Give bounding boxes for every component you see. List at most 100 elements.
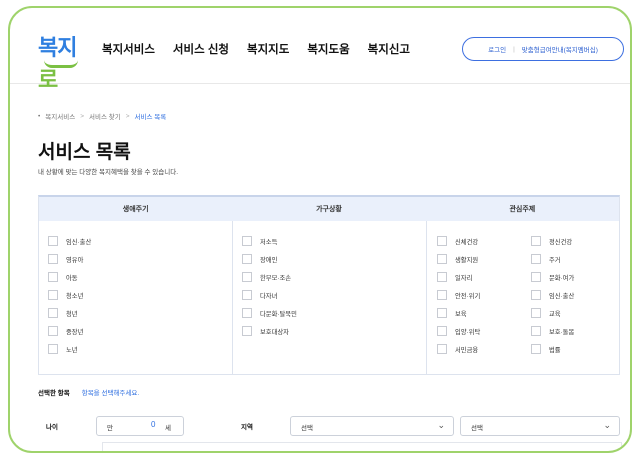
nav-service-apply[interactable]: 서비스 신청 <box>173 41 229 57</box>
breadcrumb-item-welfare[interactable]: 복지서비스 <box>45 111 75 121</box>
breadcrumb-item-current: 서비스 목록 <box>134 114 167 121</box>
nav-welfare-services[interactable]: 복지서비스 <box>102 41 155 57</box>
filter-header-household: 가구상황 <box>316 206 342 213</box>
checkbox-box[interactable] <box>437 308 447 318</box>
checkbox-box[interactable] <box>531 254 541 264</box>
checkbox-interest[interactable]: 법률 <box>531 344 561 354</box>
checkbox-interest[interactable]: 주거 <box>531 254 561 264</box>
breadcrumb-arrow-icon: > <box>80 112 84 120</box>
checkbox-box[interactable] <box>48 308 58 318</box>
chevron-down-icon: ⌄ <box>437 420 445 430</box>
checkbox-box[interactable] <box>242 290 252 300</box>
age-unit: 세 <box>165 425 171 432</box>
user-pill: 로그인 | 맞춤형급여안내(복지멤버십) <box>462 37 624 61</box>
checkbox-life-cycle[interactable]: 영유아 <box>48 254 83 264</box>
main-nav: 복지서비스 서비스 신청 복지지도 복지도움 복지신고 <box>102 41 410 57</box>
household-column: 저소득 장애인 한부모·조손 다자녀 다문화·탈북민 보호대상자 <box>233 221 427 375</box>
pill-separator: | <box>513 45 515 53</box>
next-row-input[interactable] <box>102 442 622 451</box>
page-title: 서비스 목록 <box>38 142 131 163</box>
filter-headers: 생애주기 가구상황 관심주제 <box>39 197 619 221</box>
login-link[interactable]: 로그인 <box>488 44 506 54</box>
checkbox-life-cycle[interactable]: 노년 <box>48 344 78 354</box>
checkbox-interest[interactable]: 안전·위기 <box>437 290 480 300</box>
checkbox-box[interactable] <box>48 236 58 246</box>
checkbox-box[interactable] <box>48 272 58 282</box>
checkbox-household[interactable]: 한부모·조손 <box>242 272 291 282</box>
checkbox-interest[interactable]: 서민금융 <box>437 344 478 354</box>
nav-welfare-report[interactable]: 복지신고 <box>368 41 410 57</box>
checkbox-box[interactable] <box>531 308 541 318</box>
checkbox-box[interactable] <box>437 272 447 282</box>
age-value[interactable]: 0 <box>151 420 155 429</box>
checkbox-box[interactable] <box>437 290 447 300</box>
checkbox-household[interactable]: 보호대상자 <box>242 326 289 336</box>
checkbox-household[interactable]: 장애인 <box>242 254 277 264</box>
site-logo[interactable]: 복지로 <box>38 30 92 93</box>
age-region-row: 나이 만 0 세 지역 선택 ⌄ 선택 ⌄ <box>38 416 620 436</box>
checkbox-household[interactable]: 다자녀 <box>242 290 277 300</box>
checkbox-interest[interactable]: 신체건강 <box>437 236 478 246</box>
checkbox-interest[interactable]: 교육 <box>531 308 561 318</box>
checkbox-interest[interactable]: 문화·여가 <box>531 272 574 282</box>
checkbox-box[interactable] <box>48 290 58 300</box>
checkbox-interest[interactable]: 보육 <box>437 308 467 318</box>
selected-items-label: 선택한 항목 <box>38 390 70 397</box>
checkbox-box[interactable] <box>242 254 252 264</box>
region-select-1[interactable]: 선택 ⌄ <box>290 416 454 436</box>
age-label: 나이 <box>46 424 58 431</box>
checkbox-life-cycle[interactable]: 청년 <box>48 308 78 318</box>
checkbox-box[interactable] <box>48 254 58 264</box>
age-prefix: 만 <box>107 425 113 432</box>
checkbox-interest[interactable]: 정신건강 <box>531 236 572 246</box>
page-description: 내 상황에 맞는 다양한 복지혜택을 찾을 수 있습니다. <box>38 169 179 176</box>
checkbox-interest[interactable]: 임신·출산 <box>531 290 574 300</box>
filter-header-life-cycle: 생애주기 <box>122 206 149 213</box>
checkbox-box[interactable] <box>242 236 252 246</box>
checkbox-life-cycle[interactable]: 청소년 <box>48 290 83 300</box>
chevron-down-icon: ⌄ <box>603 420 611 430</box>
logo-smile-icon <box>44 60 78 68</box>
selected-items-hint: 항목을 선택해주세요. <box>81 390 140 397</box>
checkbox-box[interactable] <box>48 344 58 354</box>
checkbox-box[interactable] <box>531 326 541 336</box>
region-select-2[interactable]: 선택 ⌄ <box>460 416 620 436</box>
checkbox-life-cycle[interactable]: 중장년 <box>48 326 83 336</box>
checkbox-box[interactable] <box>242 272 252 282</box>
checkbox-box[interactable] <box>531 272 541 282</box>
checkbox-box[interactable] <box>242 308 252 318</box>
checkbox-household[interactable]: 저소득 <box>242 236 277 246</box>
filter-panel: 생애주기 가구상황 관심주제 임신·출산 영유아 아동 청소년 청년 중장년 노… <box>38 195 620 375</box>
checkbox-life-cycle[interactable]: 임신·출산 <box>48 236 91 246</box>
checkbox-box[interactable] <box>437 236 447 246</box>
site-header: 복지로 복지서비스 서비스 신청 복지지도 복지도움 복지신고 로그인 | 맞춤… <box>10 8 630 93</box>
filter-header-interest: 관심주제 <box>509 206 536 213</box>
checkbox-interest[interactable]: 입양·위탁 <box>437 326 480 336</box>
checkbox-box[interactable] <box>437 326 447 336</box>
checkbox-household[interactable]: 다문화·탈북민 <box>242 308 297 318</box>
checkbox-box[interactable] <box>531 236 541 246</box>
benefit-info-link[interactable]: 맞춤형급여안내(복지멤버십) <box>522 44 598 54</box>
checkbox-box[interactable] <box>531 290 541 300</box>
nav-welfare-help[interactable]: 복지도움 <box>307 41 349 57</box>
age-input[interactable]: 만 0 세 <box>96 416 184 436</box>
interest-column: 신체건강 생활지원 일자리 안전·위기 보육 입양·위탁 서민금융 정신건강 주… <box>427 221 619 375</box>
breadcrumb-arrow-icon: > <box>125 112 130 120</box>
selected-items-row: 선택한 항목 항목을 선택해주세요. <box>38 387 139 397</box>
checkbox-life-cycle[interactable]: 아동 <box>48 272 78 282</box>
breadcrumb-bullet: • <box>38 112 41 120</box>
checkbox-interest[interactable]: 일자리 <box>437 272 472 282</box>
checkbox-box[interactable] <box>531 344 541 354</box>
checkbox-box[interactable] <box>437 254 447 264</box>
life-cycle-column: 임신·출산 영유아 아동 청소년 청년 중장년 노년 <box>39 221 233 375</box>
checkbox-box[interactable] <box>48 326 58 336</box>
page-frame: 복지로 복지서비스 서비스 신청 복지지도 복지도움 복지신고 로그인 | 맞춤… <box>8 6 632 453</box>
breadcrumb: • 복지서비스 > 서비스 찾기 > 서비스 목록 <box>38 111 167 122</box>
checkbox-interest[interactable]: 생활지원 <box>437 254 478 264</box>
breadcrumb-item-find[interactable]: 서비스 찾기 <box>89 111 121 121</box>
checkbox-interest[interactable]: 보호·돌봄 <box>531 326 574 336</box>
region-label: 지역 <box>241 424 253 431</box>
nav-welfare-map[interactable]: 복지지도 <box>247 41 289 57</box>
checkbox-box[interactable] <box>242 326 252 336</box>
checkbox-box[interactable] <box>437 344 447 354</box>
